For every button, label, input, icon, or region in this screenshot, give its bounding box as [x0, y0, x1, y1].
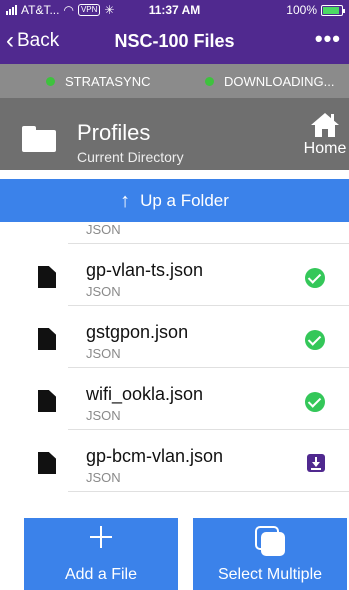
directory-title: Profiles: [77, 120, 151, 145]
file-list: JSON gp-vlan-ts.json JSON gstgpon.json J…: [0, 222, 349, 510]
check-circle-icon: [305, 268, 325, 288]
status-right: 100%: [286, 3, 345, 17]
add-file-button[interactable]: Add a File: [24, 518, 178, 590]
directory-subtitle: Current Directory: [77, 149, 184, 165]
download-icon[interactable]: [307, 454, 325, 472]
plus-icon: [90, 526, 112, 548]
select-multiple-label: Select Multiple: [217, 566, 323, 583]
page-title: NSC-100 Files: [114, 31, 235, 51]
file-icon: [38, 390, 56, 412]
home-icon: [311, 113, 339, 137]
divider: [68, 491, 349, 492]
list-item[interactable]: gstgpon.json JSON: [0, 306, 349, 368]
connection-status: DOWNLOADING...: [205, 74, 335, 89]
status-dot-icon: [46, 77, 55, 86]
folder-icon: [22, 126, 56, 152]
connection-status: STRATASYNC: [46, 74, 150, 89]
up-folder-label: Up a Folder: [140, 190, 229, 210]
file-type: JSON: [86, 222, 121, 237]
file-type: JSON: [86, 470, 121, 485]
arrow-up-icon: ↑: [120, 189, 131, 212]
select-multiple-icon: [255, 526, 285, 556]
select-multiple-button[interactable]: Select Multiple: [193, 518, 347, 590]
list-item[interactable]: wifi_ookla.json JSON: [0, 368, 349, 430]
file-name: gp-vlan-ts.json: [86, 260, 204, 280]
battery-icon: [321, 4, 345, 16]
more-options-icon[interactable]: •••: [315, 26, 341, 52]
add-file-label: Add a File: [64, 566, 138, 583]
connection-status-bar: STRATASYNC DOWNLOADING...: [0, 64, 349, 98]
bottom-action-bar: Add a File Select Multiple: [0, 510, 349, 590]
home-button[interactable]: Home: [301, 112, 349, 166]
file-type: JSON: [86, 346, 121, 361]
file-name: gp-bcm-vlan.json: [86, 446, 224, 466]
ios-status-bar: AT&T... ◠ VPN ✳ 11:37 AM 100%: [0, 0, 349, 20]
file-name: gstgpon.json: [86, 322, 189, 342]
file-icon: [38, 328, 56, 350]
list-item[interactable]: gp-vlan-ts.json JSON: [0, 244, 349, 306]
navigation-bar: ‹ Back NSC-100 Files •••: [0, 20, 349, 64]
check-circle-icon: [305, 330, 325, 350]
directory-header: Profiles Current Directory Home: [0, 98, 349, 170]
file-type: JSON: [86, 408, 121, 423]
check-circle-icon: [305, 392, 325, 412]
list-item[interactable]: JSON: [0, 222, 349, 244]
file-icon: [38, 452, 56, 474]
file-icon: [38, 266, 56, 288]
connection-label: DOWNLOADING...: [224, 74, 335, 89]
connection-label: STRATASYNC: [65, 74, 151, 89]
battery-percent: 100%: [286, 3, 317, 17]
file-type: JSON: [86, 284, 121, 299]
up-folder-button[interactable]: ↑ Up a Folder: [0, 179, 349, 222]
home-label: Home: [303, 140, 347, 157]
list-item[interactable]: gp-bcm-vlan.json JSON: [0, 430, 349, 492]
status-dot-icon: [205, 77, 214, 86]
file-name: wifi_ookla.json: [86, 384, 204, 404]
